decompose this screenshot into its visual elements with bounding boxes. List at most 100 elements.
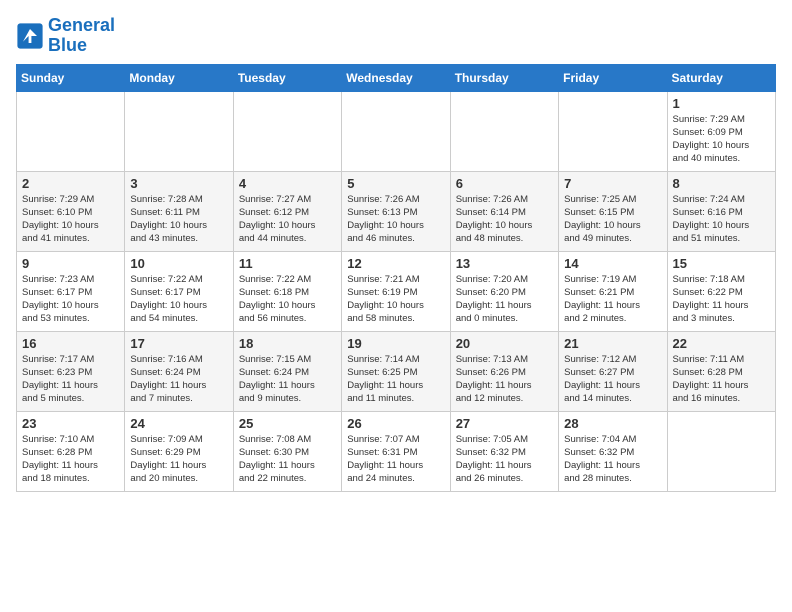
week-row: 16 Sunrise: 7:17 AM Sunset: 6:23 PM Dayli… [17,331,776,411]
day-cell: 27Sunrise: 7:05 AM Sunset: 6:32 PM Dayli… [450,411,558,491]
day-number: 4 [239,176,336,191]
day-info: Sunrise: 7:08 AM Sunset: 6:30 PM Dayligh… [239,433,336,486]
day-info: Sunrise: 7:16 AM Sunset: 6:24 PM Dayligh… [130,353,227,406]
weekday-header: Sunday [17,64,125,91]
day-number: 19 [347,336,444,351]
week-row: 23 Sunrise: 7:10 AM Sunset: 6:28 PM Dayli… [17,411,776,491]
day-info: Sunrise: 7:20 AM Sunset: 6:20 PM Dayligh… [456,273,553,326]
week-row: 1 Sunrise: 7:29 AM Sunset: 6:09 PM Daylig… [17,91,776,171]
day-cell: 7 Sunrise: 7:25 AM Sunset: 6:15 PM Daylig… [559,171,667,251]
day-cell: 3 Sunrise: 7:28 AM Sunset: 6:11 PM Daylig… [125,171,233,251]
day-info: Sunrise: 7:09 AM Sunset: 6:29 PM Dayligh… [130,433,227,486]
day-number: 26 [347,416,444,431]
day-info: Sunrise: 7:29 AM Sunset: 6:09 PM Dayligh… [673,113,770,166]
day-number: 9 [22,256,119,271]
day-info: Sunrise: 7:13 AM Sunset: 6:26 PM Dayligh… [456,353,553,406]
day-cell: 1 Sunrise: 7:29 AM Sunset: 6:09 PM Daylig… [667,91,775,171]
day-cell: 20 Sunrise: 7:13 AM Sunset: 6:26 PM Dayli… [450,331,558,411]
day-info: Sunrise: 7:26 AM Sunset: 6:14 PM Dayligh… [456,193,553,246]
day-info: Sunrise: 7:19 AM Sunset: 6:21 PM Dayligh… [564,273,661,326]
day-number: 16 [22,336,119,351]
day-cell: 4 Sunrise: 7:27 AM Sunset: 6:12 PM Daylig… [233,171,341,251]
day-cell: 11Sunrise: 7:22 AM Sunset: 6:18 PM Dayli… [233,251,341,331]
day-cell: 24Sunrise: 7:09 AM Sunset: 6:29 PM Dayli… [125,411,233,491]
day-cell: 5 Sunrise: 7:26 AM Sunset: 6:13 PM Daylig… [342,171,450,251]
day-info: Sunrise: 7:17 AM Sunset: 6:23 PM Dayligh… [22,353,119,406]
day-cell: 13 Sunrise: 7:20 AM Sunset: 6:20 PM Dayli… [450,251,558,331]
day-info: Sunrise: 7:22 AM Sunset: 6:17 PM Dayligh… [130,273,227,326]
weekday-header: Tuesday [233,64,341,91]
day-cell: 18 Sunrise: 7:15 AM Sunset: 6:24 PM Dayli… [233,331,341,411]
day-number: 18 [239,336,336,351]
day-cell: 6 Sunrise: 7:26 AM Sunset: 6:14 PM Daylig… [450,171,558,251]
weekday-header: Thursday [450,64,558,91]
day-cell: 2Sunrise: 7:29 AM Sunset: 6:10 PM Daylig… [17,171,125,251]
logo: General Blue [16,16,115,56]
day-number: 1 [673,96,770,111]
day-info: Sunrise: 7:10 AM Sunset: 6:28 PM Dayligh… [22,433,119,486]
day-cell [17,91,125,171]
day-number: 6 [456,176,553,191]
calendar-table: SundayMondayTuesdayWednesdayThursdayFrid… [16,64,776,492]
day-info: Sunrise: 7:12 AM Sunset: 6:27 PM Dayligh… [564,353,661,406]
day-cell: 21 Sunrise: 7:12 AM Sunset: 6:27 PM Dayli… [559,331,667,411]
day-number: 23 [22,416,119,431]
day-cell [667,411,775,491]
header-row: SundayMondayTuesdayWednesdayThursdayFrid… [17,64,776,91]
weekday-header: Saturday [667,64,775,91]
day-number: 15 [673,256,770,271]
day-number: 25 [239,416,336,431]
day-cell: 28 Sunrise: 7:04 AM Sunset: 6:32 PM Dayli… [559,411,667,491]
day-number: 28 [564,416,661,431]
day-cell: 9 Sunrise: 7:23 AM Sunset: 6:17 PM Daylig… [17,251,125,331]
day-info: Sunrise: 7:15 AM Sunset: 6:24 PM Dayligh… [239,353,336,406]
day-info: Sunrise: 7:11 AM Sunset: 6:28 PM Dayligh… [673,353,770,406]
day-info: Sunrise: 7:23 AM Sunset: 6:17 PM Dayligh… [22,273,119,326]
day-cell: 22 Sunrise: 7:11 AM Sunset: 6:28 PM Dayli… [667,331,775,411]
day-info: Sunrise: 7:07 AM Sunset: 6:31 PM Dayligh… [347,433,444,486]
day-info: Sunrise: 7:22 AM Sunset: 6:18 PM Dayligh… [239,273,336,326]
day-cell [559,91,667,171]
day-info: Sunrise: 7:25 AM Sunset: 6:15 PM Dayligh… [564,193,661,246]
day-cell: 14 Sunrise: 7:19 AM Sunset: 6:21 PM Dayli… [559,251,667,331]
day-number: 12 [347,256,444,271]
day-info: Sunrise: 7:04 AM Sunset: 6:32 PM Dayligh… [564,433,661,486]
day-cell: 19 Sunrise: 7:14 AM Sunset: 6:25 PM Dayli… [342,331,450,411]
day-info: Sunrise: 7:21 AM Sunset: 6:19 PM Dayligh… [347,273,444,326]
day-number: 14 [564,256,661,271]
logo-text: General Blue [48,16,115,56]
day-cell: 12 Sunrise: 7:21 AM Sunset: 6:19 PM Dayli… [342,251,450,331]
day-cell: 8 Sunrise: 7:24 AM Sunset: 6:16 PM Daylig… [667,171,775,251]
weekday-header: Wednesday [342,64,450,91]
day-cell [450,91,558,171]
day-cell: 10 Sunrise: 7:22 AM Sunset: 6:17 PM Dayli… [125,251,233,331]
week-row: 9 Sunrise: 7:23 AM Sunset: 6:17 PM Daylig… [17,251,776,331]
day-info: Sunrise: 7:18 AM Sunset: 6:22 PM Dayligh… [673,273,770,326]
day-info: Sunrise: 7:14 AM Sunset: 6:25 PM Dayligh… [347,353,444,406]
day-cell: 17Sunrise: 7:16 AM Sunset: 6:24 PM Dayli… [125,331,233,411]
day-number: 8 [673,176,770,191]
weekday-header: Monday [125,64,233,91]
day-info: Sunrise: 7:26 AM Sunset: 6:13 PM Dayligh… [347,193,444,246]
weekday-header: Friday [559,64,667,91]
day-number: 2 [22,176,119,191]
day-info: Sunrise: 7:28 AM Sunset: 6:11 PM Dayligh… [130,193,227,246]
day-cell: 23 Sunrise: 7:10 AM Sunset: 6:28 PM Dayli… [17,411,125,491]
day-number: 13 [456,256,553,271]
day-info: Sunrise: 7:24 AM Sunset: 6:16 PM Dayligh… [673,193,770,246]
day-number: 20 [456,336,553,351]
day-cell: 26 Sunrise: 7:07 AM Sunset: 6:31 PM Dayli… [342,411,450,491]
day-number: 10 [130,256,227,271]
header: General Blue [16,16,776,56]
day-number: 7 [564,176,661,191]
day-cell: 16 Sunrise: 7:17 AM Sunset: 6:23 PM Dayli… [17,331,125,411]
day-cell: 15 Sunrise: 7:18 AM Sunset: 6:22 PM Dayli… [667,251,775,331]
day-cell [342,91,450,171]
week-row: 2Sunrise: 7:29 AM Sunset: 6:10 PM Daylig… [17,171,776,251]
day-info: Sunrise: 7:05 AM Sunset: 6:32 PM Dayligh… [456,433,553,486]
day-info: Sunrise: 7:27 AM Sunset: 6:12 PM Dayligh… [239,193,336,246]
day-number: 22 [673,336,770,351]
day-number: 3 [130,176,227,191]
day-number: 5 [347,176,444,191]
day-number: 21 [564,336,661,351]
